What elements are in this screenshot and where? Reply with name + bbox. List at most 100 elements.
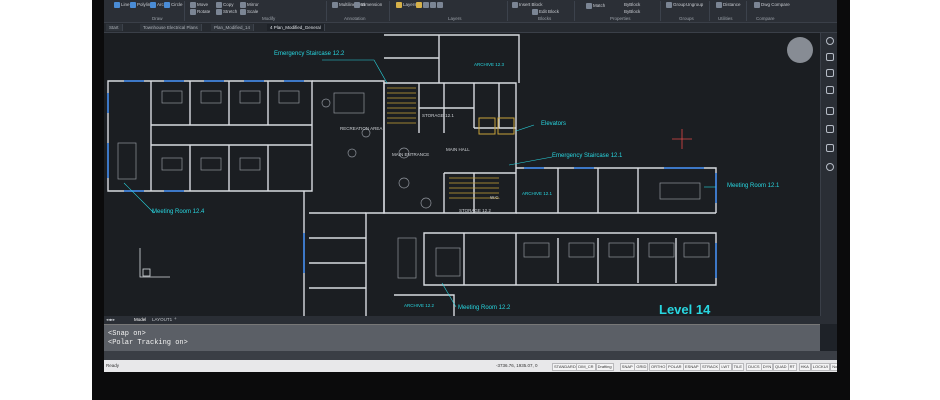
block-palette-icon[interactable] (826, 107, 834, 115)
ribbon: Line Polyline Arc Circle Draw Move Copy … (104, 0, 837, 23)
group-label: Group (673, 2, 686, 8)
cloud-icon[interactable] (826, 163, 834, 171)
cad-application-window: Line Polyline Arc Circle Draw Move Copy … (104, 0, 837, 372)
status-toggle-tile[interactable]: TILE (731, 363, 745, 371)
panel-layers: Layers (448, 16, 462, 21)
status-toggle-drafting[interactable]: Drafting (595, 363, 614, 371)
distance-button[interactable]: Distance (716, 2, 741, 8)
tab-layout1[interactable]: LAYOUT1 (152, 317, 172, 322)
status-toggle-quad[interactable]: QUAD (773, 363, 789, 371)
label-emergency-staircase-121: Emergency Staircase 12.1 (552, 153, 623, 159)
stretch-tool[interactable]: Stretch (216, 9, 237, 15)
arc-tool[interactable]: Arc (150, 2, 164, 8)
move-icon (190, 2, 196, 8)
text-icon (332, 2, 338, 8)
add-layout-icon[interactable]: + (174, 316, 177, 321)
layers-button[interactable]: Layers (396, 2, 417, 8)
ungroup-button[interactable]: Ungroup (686, 2, 703, 7)
move-tool[interactable]: Move (190, 2, 208, 8)
status-toggle-dyn[interactable]: DYN (760, 363, 774, 371)
mirror-tool[interactable]: Mirror (240, 2, 259, 8)
lightbulb-icon[interactable] (826, 37, 834, 45)
tab-plan-modified-14[interactable]: Plan_Modified_14 (211, 24, 255, 31)
windows (107, 80, 717, 278)
dimension-tool[interactable]: Dimension (354, 2, 382, 8)
status-toggle-snap[interactable]: SNAP (619, 363, 635, 371)
tab-townhouse[interactable]: Townhouse Electrical Plans (140, 24, 202, 31)
line-tool[interactable]: Line (114, 2, 130, 8)
crosshair-cursor (672, 129, 692, 149)
label-archive-123: ARCHIVE 12.3 (474, 62, 505, 67)
paperclip-icon[interactable] (826, 86, 834, 94)
arc-icon (150, 2, 156, 8)
rotate-label: Rotate (197, 9, 211, 15)
group-button[interactable]: Group (666, 2, 686, 8)
status-toggle-none[interactable]: None (830, 363, 837, 371)
copy-label: Copy (223, 2, 234, 8)
left-wing-outline (107, 80, 313, 192)
divider (709, 1, 710, 21)
label-archive-121: ARCHIVE 12.1 (522, 191, 553, 196)
status-toggle-rt[interactable]: RT (787, 363, 797, 371)
mirror-icon (240, 2, 246, 8)
panel-utilities: Utilities (718, 16, 733, 21)
status-toggle-lwt[interactable]: LWT (719, 363, 732, 371)
command-history-line: <Snap on> (108, 330, 146, 338)
ucs-icon (139, 248, 170, 278)
tab-start[interactable]: Start (106, 24, 123, 31)
status-toggle-standard[interactable]: STANDARD (552, 363, 578, 371)
sliders-icon[interactable] (826, 53, 834, 61)
layout-nav-arrows-icon[interactable]: ◂◂▸▸ (106, 317, 115, 323)
edit-block-label: Edit Block (539, 9, 560, 15)
circle-tool[interactable]: Circle (164, 2, 183, 8)
tab-model[interactable]: Model (134, 317, 146, 322)
status-toggle-ortho[interactable]: ORTHO (649, 363, 668, 371)
edit-block-button[interactable]: Edit Block (532, 9, 559, 15)
label-storage-121: STORAGE 12.1 (422, 113, 454, 118)
furniture (117, 90, 710, 279)
divider (326, 1, 327, 21)
tab-plan-modified-general[interactable]: 4 Plan_Modified_General (267, 24, 325, 31)
rotate-tool[interactable]: Rotate (190, 9, 210, 15)
status-toggle-polar[interactable]: POLAR (666, 363, 684, 371)
status-toggle-dim-cr[interactable]: DIM_CR (576, 363, 596, 371)
layer-dropdown[interactable] (416, 2, 444, 8)
status-toggle-esnap[interactable]: ESNAP (683, 363, 701, 371)
status-bar: Ready -3736.76, 1935.07, 0 STANDARD DIM_C… (104, 360, 837, 372)
hierarchy-icon[interactable] (826, 144, 834, 152)
layers-button-label: Layers (403, 2, 417, 8)
linetype-dropdown[interactable]: ByBlock (624, 9, 640, 14)
central-offices (309, 212, 366, 289)
label-recreation-area: RECREATION AREA (340, 126, 383, 131)
polyline-icon (130, 2, 136, 8)
divider (746, 1, 747, 21)
color-dropdown[interactable]: ByBlock (624, 2, 640, 7)
stretch-icon (216, 9, 222, 15)
layer-color-icon (437, 2, 443, 8)
group-icon (666, 2, 672, 8)
status-toggle-grid[interactable]: GRID (634, 363, 649, 371)
status-toggle-hka[interactable]: HKA (798, 363, 811, 371)
command-input[interactable] (104, 351, 837, 360)
status-toggle-lockui[interactable]: LOCKUI (810, 363, 830, 371)
copy-tool[interactable]: Copy (216, 2, 234, 8)
insert-block-button[interactable]: Insert Block (512, 2, 543, 8)
status-toggle-ducs[interactable]: DUCS (746, 363, 762, 371)
navigation-wheel-icon[interactable] (787, 37, 813, 63)
distance-icon (716, 2, 722, 8)
insert-block-label: Insert Block (519, 2, 543, 8)
command-line-history[interactable]: <Snap on> <Polar Tracking on> (104, 324, 820, 352)
divider (184, 1, 185, 21)
drawing-canvas[interactable]: Emergency Staircase 12.2 ARCHIVE 12.3 El… (104, 33, 820, 317)
stretch-label: Stretch (223, 9, 238, 15)
cursor-coordinates: -3736.76, 1935.07, 0 (496, 363, 538, 368)
status-toggle-strack[interactable]: STRACK (700, 363, 721, 371)
function-icon[interactable] (826, 125, 834, 133)
panel-draw: Draw (152, 16, 163, 21)
match-properties-button[interactable]: Match (586, 3, 605, 9)
label-elevators: Elevators (541, 121, 567, 127)
file-tab-bar: Start Townhouse Electrical Plans Plan_Mo… (104, 23, 837, 33)
dwg-compare-button[interactable]: Dwg Compare (754, 2, 790, 8)
scale-tool[interactable]: Scale (240, 9, 258, 15)
layers-stack-icon[interactable] (826, 69, 834, 77)
